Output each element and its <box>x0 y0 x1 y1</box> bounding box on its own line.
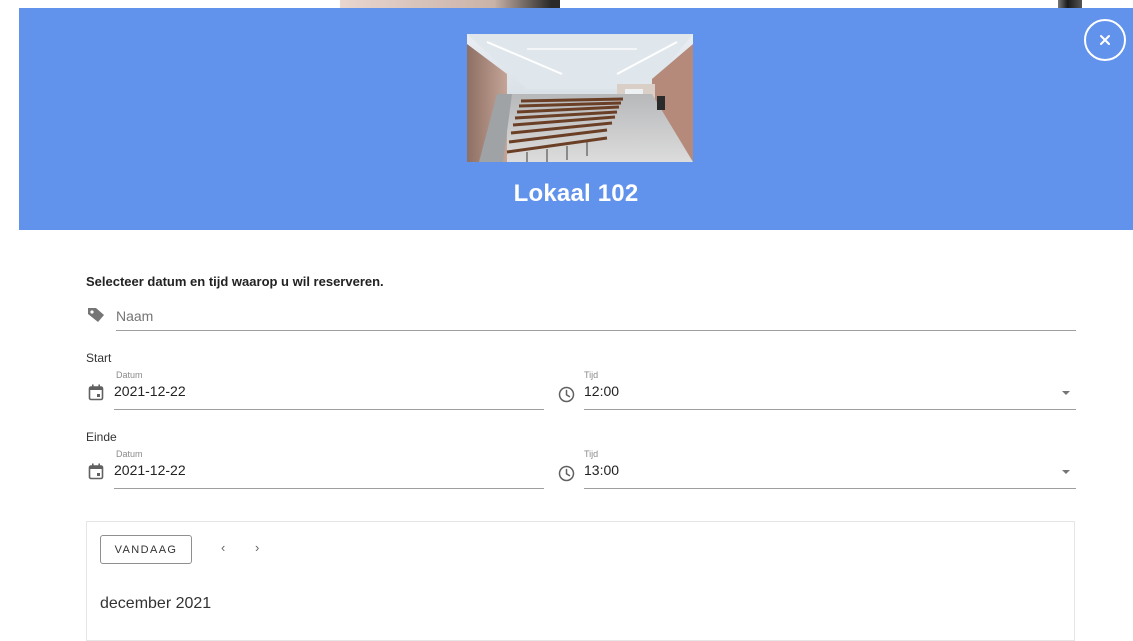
end-time-underline <box>584 488 1076 489</box>
calendar-icon <box>88 384 104 401</box>
close-button[interactable] <box>1084 19 1126 61</box>
start-date-field[interactable]: Datum 2021-12-22 <box>86 370 544 410</box>
dropdown-caret-icon[interactable] <box>1062 470 1070 474</box>
next-month-button[interactable]: › <box>255 541 259 555</box>
end-date-field[interactable]: Datum 2021-12-22 <box>86 449 544 489</box>
name-row <box>86 302 1076 332</box>
start-section-label: Start <box>86 351 112 365</box>
tag-icon <box>88 308 104 322</box>
name-input[interactable] <box>116 302 1076 331</box>
calendar-month-label: december 2021 <box>100 595 212 612</box>
dropdown-caret-icon[interactable] <box>1062 391 1070 395</box>
start-date-value: 2021-12-22 <box>114 383 186 399</box>
end-time-label: Tijd <box>584 449 599 459</box>
page-backdrop <box>0 0 1133 8</box>
close-icon <box>1100 35 1110 45</box>
end-date-value: 2021-12-22 <box>114 462 186 478</box>
today-button[interactable]: VANDAAG <box>100 535 192 564</box>
room-photo <box>467 34 693 162</box>
dialog-title: Lokaal 102 <box>513 180 639 207</box>
start-time-underline <box>584 409 1076 410</box>
start-time-value: 12:00 <box>584 383 620 399</box>
calendar-icon <box>88 463 104 480</box>
end-date-label: Datum <box>116 449 143 459</box>
clock-icon <box>558 386 575 403</box>
backdrop-image-edge <box>340 0 560 8</box>
end-time-field[interactable]: Tijd 13:00 <box>556 449 1076 489</box>
end-section-label: Einde <box>86 430 117 444</box>
calendar-card: VANDAAG ‹ › december 2021 <box>86 521 1075 641</box>
start-date-underline <box>114 409 544 410</box>
prev-month-button[interactable]: ‹ <box>221 541 225 555</box>
form-instruction: Selecteer datum en tijd waarop u wil res… <box>86 274 384 289</box>
end-time-value: 13:00 <box>584 462 620 478</box>
start-time-field[interactable]: Tijd 12:00 <box>556 370 1076 410</box>
end-date-underline <box>114 488 544 489</box>
start-time-label: Tijd <box>584 370 599 380</box>
backdrop-image-edge <box>1058 0 1082 8</box>
clock-icon <box>558 465 575 482</box>
start-date-label: Datum <box>116 370 143 380</box>
